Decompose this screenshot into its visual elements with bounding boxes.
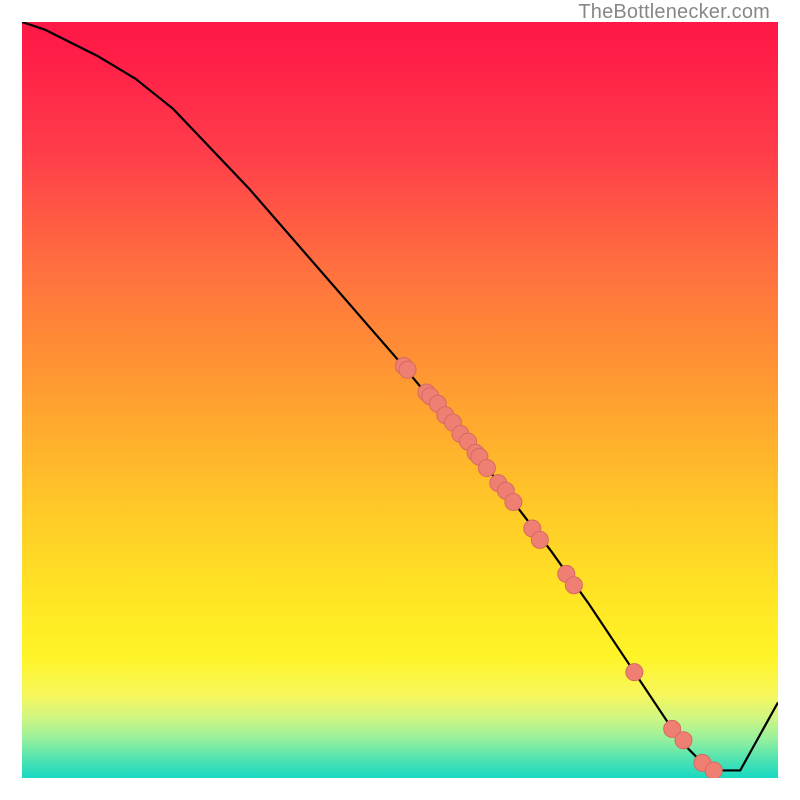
x-axis-gutter [22,778,778,800]
bottleneck-curve [22,22,778,770]
y-axis-gutter [0,22,22,778]
data-point-marker [531,531,548,548]
chart-svg [22,22,778,778]
corner-top-left [0,0,22,22]
attribution-label: TheBottlenecker.com [578,1,770,24]
data-point-marker [705,762,722,778]
chart-canvas: TheBottlenecker.com [0,0,800,800]
data-point-marker [399,361,416,378]
data-point-marker [675,732,692,749]
data-point-marker [565,577,582,594]
marker-series [395,357,722,778]
data-point-marker [505,494,522,511]
attribution-bar: TheBottlenecker.com [22,0,778,22]
data-point-marker [626,664,643,681]
corner-bottom-left [0,778,22,800]
line-series [22,22,778,770]
data-point-marker [478,460,495,477]
plot-area [22,22,778,778]
